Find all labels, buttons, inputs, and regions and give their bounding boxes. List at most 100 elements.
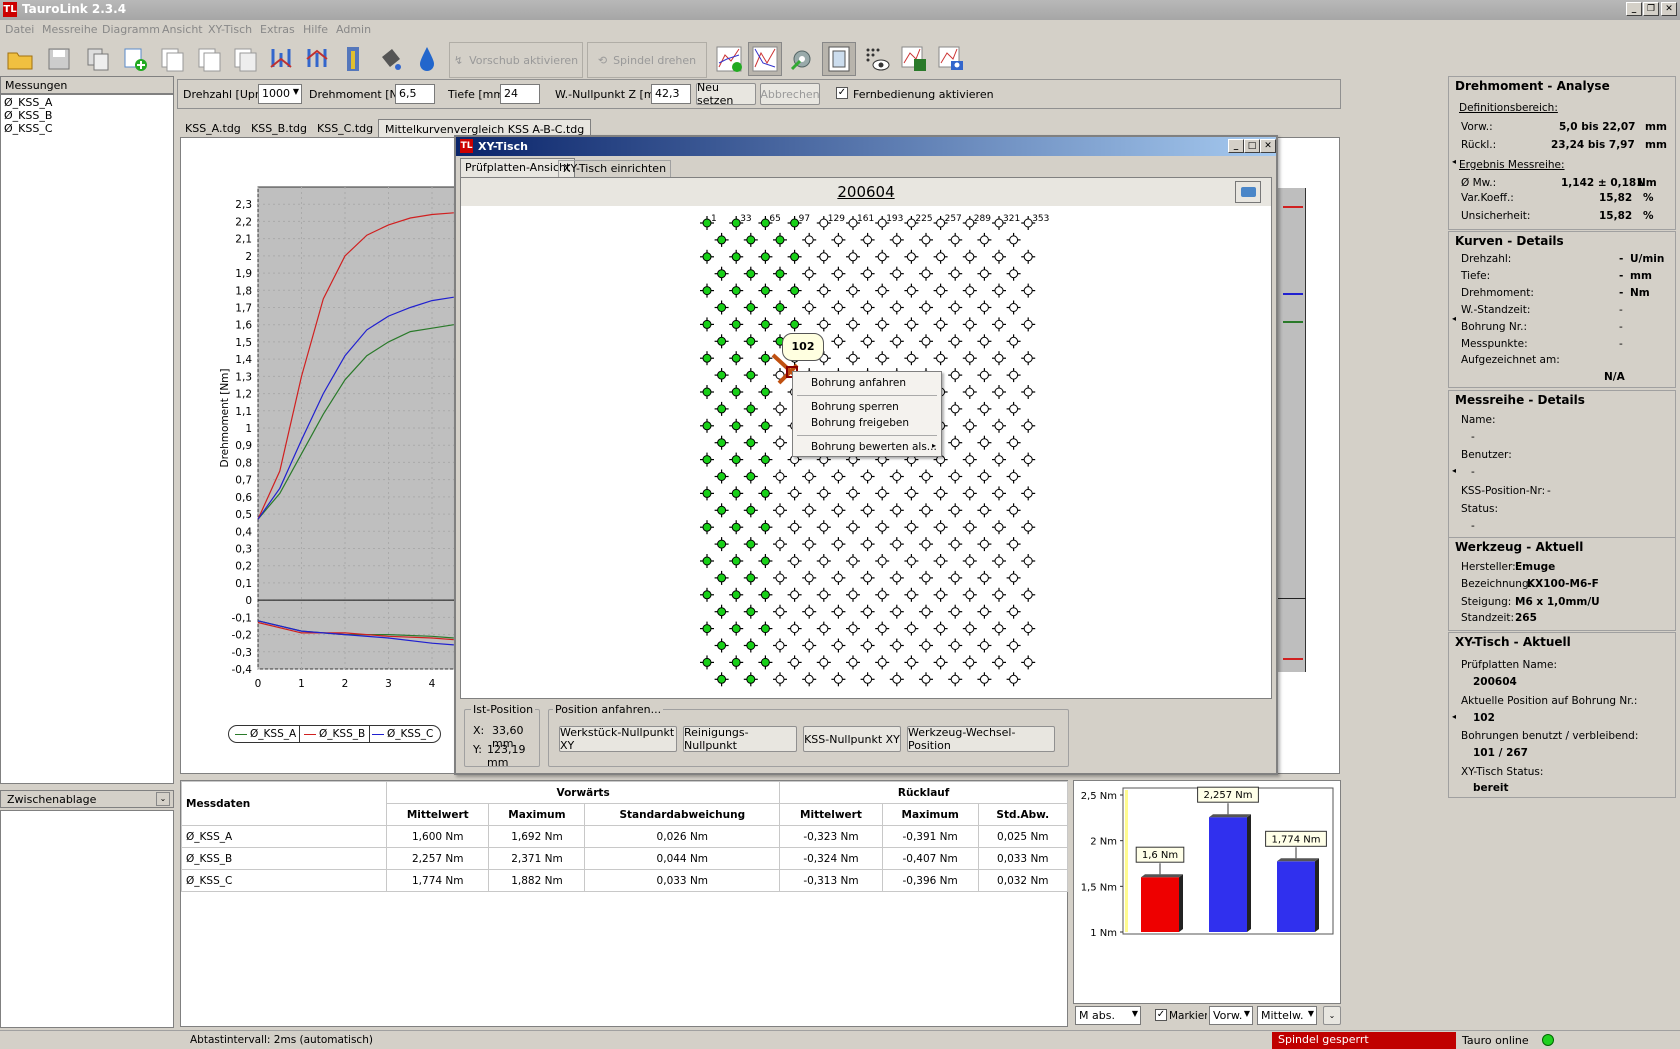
hole[interactable]	[992, 351, 1006, 366]
hole[interactable]	[846, 351, 860, 366]
hole[interactable]	[700, 283, 714, 298]
hole[interactable]	[933, 317, 948, 332]
hole[interactable]	[919, 232, 933, 247]
hole[interactable]	[904, 587, 919, 602]
hole[interactable]	[948, 266, 963, 281]
hole[interactable]	[889, 604, 904, 619]
dialog-maximize-button[interactable]: □	[1244, 139, 1260, 153]
hole[interactable]	[889, 503, 904, 518]
hole[interactable]	[948, 570, 963, 585]
expander-icon[interactable]: ◂	[1452, 314, 1456, 323]
hole[interactable]	[816, 486, 831, 501]
hole[interactable]	[816, 621, 831, 636]
table-row[interactable]: Ø_KSS_C 1,774 Nm 1,882 Nm 0,033 Nm -0,313 …	[181, 869, 1069, 892]
hole[interactable]	[743, 672, 758, 687]
werkstueck-nullpunkt-button[interactable]: Werkstück-Nullpunkt XY	[559, 726, 677, 752]
hole[interactable]	[904, 351, 919, 366]
hole[interactable]	[714, 266, 729, 281]
hole[interactable]	[743, 570, 758, 585]
window-frame-icon[interactable]	[822, 42, 856, 76]
hole[interactable]	[831, 266, 846, 281]
hole[interactable]	[1021, 351, 1036, 366]
hole[interactable]	[977, 435, 992, 450]
hole[interactable]	[846, 621, 860, 636]
hole[interactable]	[992, 283, 1006, 298]
hole[interactable]	[729, 486, 744, 501]
hole[interactable]	[875, 351, 890, 366]
hole[interactable]	[948, 334, 963, 349]
hole[interactable]	[773, 604, 787, 619]
hole[interactable]	[787, 554, 802, 568]
neu-setzen-button[interactable]: Neu setzen	[696, 81, 756, 107]
hole[interactable]	[729, 317, 744, 332]
hole[interactable]	[831, 300, 846, 315]
menu-xy-tisch[interactable]: XY-Tisch	[208, 23, 252, 36]
hole[interactable]	[831, 537, 846, 552]
hole[interactable]	[700, 452, 714, 467]
tool-holder-icon[interactable]	[336, 42, 370, 76]
hole[interactable]	[758, 283, 773, 298]
hole[interactable]	[904, 283, 919, 298]
hole[interactable]	[714, 334, 729, 349]
hole[interactable]	[875, 587, 890, 602]
hole[interactable]	[919, 638, 933, 653]
hole[interactable]	[773, 537, 787, 552]
hole[interactable]	[962, 418, 977, 433]
hole[interactable]	[831, 638, 846, 653]
list-item[interactable]: Ø_KSS_C	[4, 122, 170, 135]
hole[interactable]	[743, 638, 758, 653]
hole[interactable]	[714, 503, 729, 518]
hole[interactable]	[1021, 317, 1036, 332]
hole[interactable]	[714, 570, 729, 585]
hole[interactable]	[700, 249, 714, 264]
collapse-icon[interactable]: ⌄	[156, 792, 170, 806]
drehzahl-select[interactable]: 1000 ▼	[258, 84, 302, 104]
hole[interactable]	[758, 385, 773, 399]
hole[interactable]	[948, 368, 963, 383]
hole[interactable]	[758, 418, 773, 433]
hole[interactable]	[700, 587, 714, 602]
hole[interactable]	[773, 469, 787, 484]
hole[interactable]	[758, 249, 773, 264]
hole[interactable]	[977, 368, 992, 383]
hole[interactable]	[816, 283, 831, 298]
hole[interactable]	[904, 249, 919, 264]
minimize-button[interactable]: _	[1626, 2, 1642, 16]
hole[interactable]	[743, 503, 758, 518]
hole[interactable]	[729, 385, 744, 399]
hole[interactable]	[773, 266, 787, 281]
hole[interactable]	[1006, 435, 1021, 450]
hole[interactable]	[962, 621, 977, 636]
hole[interactable]	[962, 283, 977, 298]
chart-add-icon[interactable]	[712, 42, 746, 76]
hole[interactable]	[700, 486, 714, 501]
hole[interactable]	[802, 570, 817, 585]
hole[interactable]	[700, 520, 714, 535]
hole[interactable]	[1021, 486, 1036, 501]
hole[interactable]	[948, 469, 963, 484]
menu-diagramm[interactable]: Diagramm	[102, 23, 160, 36]
menu-item-bohrung-bewerten[interactable]: Bohrung bewerten als...	[811, 441, 937, 453]
hole[interactable]	[802, 537, 817, 552]
hole[interactable]	[889, 672, 904, 687]
hole[interactable]	[919, 469, 933, 484]
hole[interactable]	[889, 570, 904, 585]
menu-item-bohrung-freigeben[interactable]: Bohrung freigeben	[811, 417, 909, 429]
hole[interactable]	[977, 570, 992, 585]
hole[interactable]	[977, 300, 992, 315]
hole[interactable]	[860, 503, 875, 518]
hole[interactable]	[1006, 570, 1021, 585]
hole[interactable]	[787, 283, 802, 298]
hole[interactable]	[933, 249, 948, 264]
hole[interactable]	[933, 587, 948, 602]
hole[interactable]	[802, 266, 817, 281]
hole[interactable]	[962, 452, 977, 467]
hole[interactable]	[919, 672, 933, 687]
abbrechen-button[interactable]: Abbrechen	[760, 83, 820, 105]
fernbedienung-checkbox[interactable]: ✓	[836, 87, 848, 99]
hole[interactable]	[802, 232, 817, 247]
close-button[interactable]: ✕	[1661, 2, 1677, 16]
menu-extras[interactable]: Extras	[260, 23, 295, 36]
expander-icon[interactable]: ◂	[1452, 712, 1456, 721]
hole[interactable]	[1021, 587, 1036, 602]
